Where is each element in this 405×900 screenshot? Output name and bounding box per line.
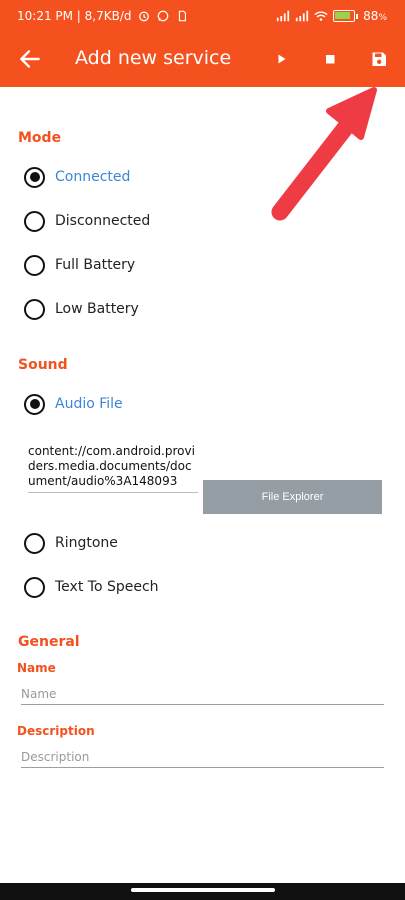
- radio-disconnected[interactable]: Disconnected: [24, 209, 150, 233]
- radio-text-to-speech[interactable]: Text To Speech: [24, 575, 159, 599]
- stop-icon[interactable]: [317, 46, 343, 72]
- status-bar-left: 10:21 PM | 8,7KB/d: [17, 9, 189, 23]
- radio-label: Full Battery: [55, 257, 136, 273]
- sim-icon: [178, 10, 186, 22]
- status-bar-right: 88%: [276, 9, 387, 23]
- radio-label: Low Battery: [55, 301, 139, 317]
- radio-button[interactable]: [24, 532, 45, 554]
- radio-button[interactable]: [24, 254, 45, 276]
- general-heading: General: [18, 634, 80, 650]
- radio-label: Connected: [55, 169, 131, 185]
- battery-icon: [333, 10, 359, 22]
- radio-connected[interactable]: Connected: [24, 165, 130, 189]
- mode-heading: Mode: [18, 130, 62, 146]
- app-bar: Add new service: [0, 32, 405, 87]
- radio-label: Text To Speech: [55, 579, 159, 595]
- radio-label: Ringtone: [55, 535, 118, 551]
- sound-heading: Sound: [18, 357, 68, 373]
- signal-icon: [296, 10, 309, 22]
- status-bar: 10:21 PM | 8,7KB/d 88%: [0, 0, 405, 32]
- description-label: Description: [17, 724, 95, 738]
- whatsapp-icon: [157, 10, 168, 22]
- name-input[interactable]: [21, 683, 384, 705]
- name-label: Name: [17, 661, 56, 675]
- system-nav-bar: [0, 883, 405, 900]
- page-title: Add new service: [75, 47, 232, 69]
- play-icon[interactable]: [269, 46, 295, 72]
- radio-button[interactable]: [24, 210, 45, 232]
- audio-file-path[interactable]: content://com.android.providers.media.do…: [28, 444, 198, 493]
- description-input[interactable]: [21, 746, 384, 768]
- radio-full-battery[interactable]: Full Battery: [24, 253, 135, 277]
- home-indicator[interactable]: [131, 888, 275, 892]
- radio-button[interactable]: [24, 298, 45, 320]
- radio-audio-file[interactable]: Audio File: [24, 392, 123, 416]
- alarm-icon: [138, 11, 149, 22]
- radio-low-battery[interactable]: Low Battery: [24, 297, 139, 321]
- back-arrow-icon[interactable]: [17, 46, 43, 72]
- radio-button-checked[interactable]: [24, 166, 45, 188]
- radio-label: Audio File: [55, 396, 123, 412]
- save-icon[interactable]: [366, 46, 392, 72]
- radio-button[interactable]: [24, 576, 45, 598]
- radio-button-checked[interactable]: [24, 393, 45, 415]
- signal-icon: [277, 10, 290, 22]
- pointer-arrow-icon: [271, 87, 377, 221]
- radio-ringtone[interactable]: Ringtone: [24, 531, 118, 555]
- file-explorer-button[interactable]: File Explorer: [203, 480, 382, 514]
- radio-label: Disconnected: [55, 213, 151, 229]
- status-text: 10:21 PM | 8,7KB/d: [17, 9, 132, 23]
- battery-percent: 88%: [363, 9, 387, 23]
- wifi-icon: [314, 11, 328, 21]
